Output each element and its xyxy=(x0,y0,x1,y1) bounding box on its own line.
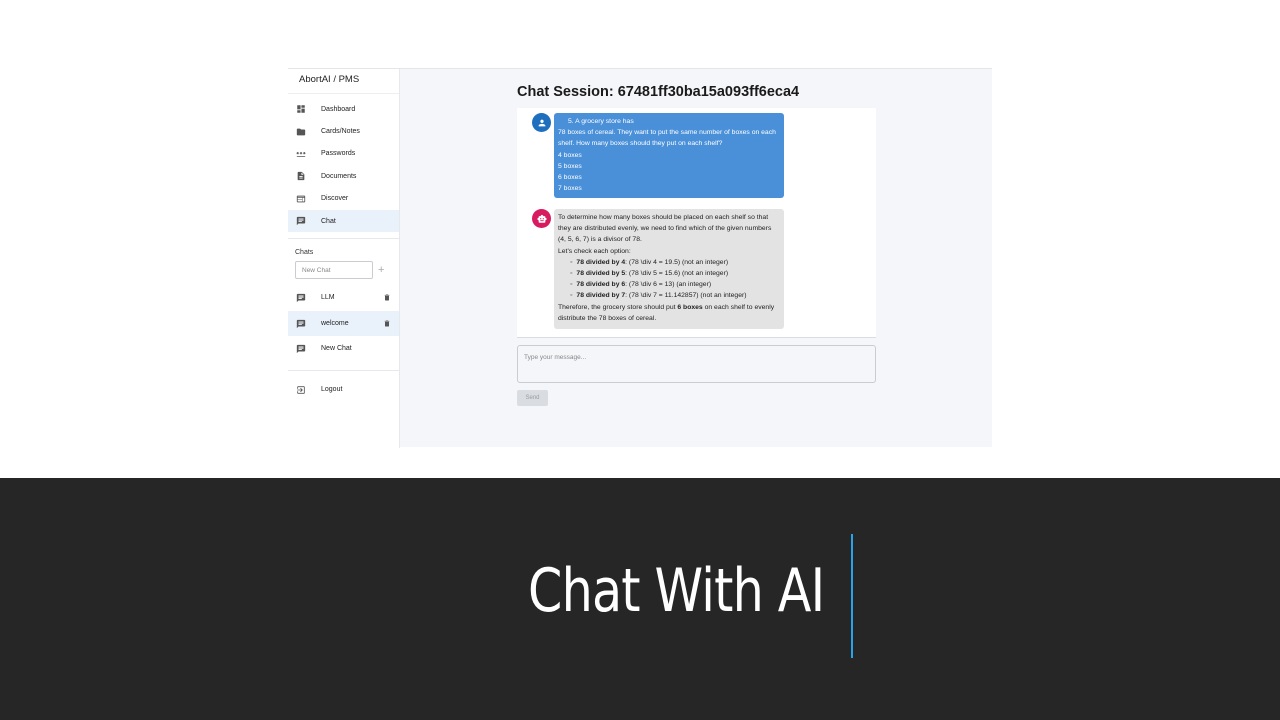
chat-list-item-welcome[interactable]: welcome xyxy=(288,311,399,337)
user-avatar-icon xyxy=(532,113,551,132)
cards-icon xyxy=(296,127,306,137)
message-line: 5. A grocery store has xyxy=(568,118,634,125)
new-chat-input[interactable]: New Chat xyxy=(295,261,373,280)
sidebar-divider xyxy=(288,370,399,372)
sidebar-nav: Dashboard Cards/Notes Passwords Document… xyxy=(288,94,399,233)
sidebar-item-label: Passwords xyxy=(321,150,356,158)
list-item-bold: 78 divided by 4 xyxy=(576,258,626,266)
add-chat-icon[interactable]: + xyxy=(378,264,384,276)
chat-icon xyxy=(296,344,306,354)
message-list[interactable]: 5. A grocery store has 78 boxes of cerea… xyxy=(517,108,876,338)
chat-list-label: New Chat xyxy=(321,345,352,353)
message-line: To determine how many boxes should be pl… xyxy=(558,214,772,244)
list-item-text: : (78 \div 6 = 13) (an integer) xyxy=(625,281,712,289)
slide-title: Chat With AI xyxy=(527,556,825,626)
sidebar-item-dashboard[interactable]: Dashboard xyxy=(288,98,399,120)
chat-icon xyxy=(296,293,306,303)
sidebar: AbortAI / PMS Dashboard Cards/Notes Pass… xyxy=(288,69,400,448)
list-item: 78 divided by 5: (78 \div 5 = 15.6) (not… xyxy=(570,268,780,279)
logout-icon xyxy=(296,385,306,395)
list-item-text: : (78 \div 5 = 15.6) (not an integer) xyxy=(625,270,729,278)
send-button[interactable]: Send xyxy=(517,390,548,406)
sidebar-item-label: Dashboard xyxy=(321,105,356,113)
sidebar-item-label: Chat xyxy=(321,217,336,225)
answer-option: 6 boxes xyxy=(558,174,582,182)
document-icon xyxy=(296,171,306,181)
slide-accent-line xyxy=(851,534,853,658)
conclusion-text: Therefore, the grocery store should put xyxy=(558,303,678,311)
option-check-list: 78 divided by 4: (78 \div 4 = 19.5) (not… xyxy=(558,257,780,302)
message-line: Therefore, the grocery store should put … xyxy=(558,302,780,324)
delete-icon[interactable] xyxy=(383,319,391,328)
sidebar-item-chat[interactable]: Chat xyxy=(288,209,399,233)
list-item-text: : (78 \div 4 = 19.5) (not an integer) xyxy=(625,258,729,266)
sidebar-item-cards-notes[interactable]: Cards/Notes xyxy=(288,120,399,142)
main-content: Chat Session: 67481ff30ba15a093ff6eca4 5… xyxy=(400,69,992,448)
sidebar-item-label: Cards/Notes xyxy=(321,128,360,136)
sidebar-item-documents[interactable]: Documents xyxy=(288,165,399,187)
list-item-text: : (78 \div 7 = 11.142857) (not an intege… xyxy=(625,292,747,300)
logout-label: Logout xyxy=(321,386,343,394)
list-item: 78 divided by 7: (78 \div 7 = 11.142857)… xyxy=(570,290,780,301)
logout-button[interactable]: Logout xyxy=(288,377,399,402)
message-line: Let's check each option: xyxy=(558,247,631,255)
sidebar-item-discover[interactable]: Discover xyxy=(288,188,399,210)
message-line: 78 boxes of cereal. They want to put the… xyxy=(558,129,776,148)
bot-avatar-icon xyxy=(532,209,551,228)
brand-title: AbortAI / PMS xyxy=(288,69,399,94)
new-chat-row: New Chat + xyxy=(288,259,399,281)
sidebar-item-label: Discover xyxy=(321,195,349,203)
user-message: 5. A grocery store has 78 boxes of cerea… xyxy=(554,113,784,198)
app-window: AbortAI / PMS Dashboard Cards/Notes Pass… xyxy=(288,68,992,448)
list-item: 78 divided by 6: (78 \div 6 = 13) (an in… xyxy=(570,279,780,290)
sidebar-item-label: Documents xyxy=(321,172,357,180)
page-title: Chat Session: 67481ff30ba15a093ff6eca4 xyxy=(517,84,800,100)
answer-option: 7 boxes xyxy=(558,185,582,193)
chat-list-label: LLM xyxy=(321,294,335,302)
conclusion-bold: 6 boxes xyxy=(677,303,703,311)
sidebar-divider xyxy=(288,238,399,240)
delete-icon[interactable] xyxy=(383,293,391,302)
dashboard-icon xyxy=(296,104,306,114)
chat-list-item-llm[interactable]: LLM xyxy=(288,285,399,310)
list-item-bold: 78 divided by 6 xyxy=(576,281,626,289)
answer-option: 4 boxes xyxy=(558,151,582,159)
assistant-message: To determine how many boxes should be pl… xyxy=(554,209,784,329)
chats-heading: Chats xyxy=(295,249,314,257)
list-item-bold: 78 divided by 5 xyxy=(576,270,626,278)
discover-icon xyxy=(296,194,306,204)
chat-icon xyxy=(296,216,306,226)
list-item-bold: 78 divided by 7 xyxy=(576,292,626,300)
message-input[interactable]: Type your message... xyxy=(517,345,876,383)
sidebar-item-passwords[interactable]: Passwords xyxy=(288,143,399,165)
chat-list-item-new-chat[interactable]: New Chat xyxy=(288,336,399,361)
answer-option: 5 boxes xyxy=(558,162,582,170)
list-item: 78 divided by 4: (78 \div 4 = 19.5) (not… xyxy=(570,257,780,268)
chat-icon xyxy=(296,319,306,329)
chat-list-label: welcome xyxy=(321,320,349,328)
password-icon xyxy=(296,149,306,159)
